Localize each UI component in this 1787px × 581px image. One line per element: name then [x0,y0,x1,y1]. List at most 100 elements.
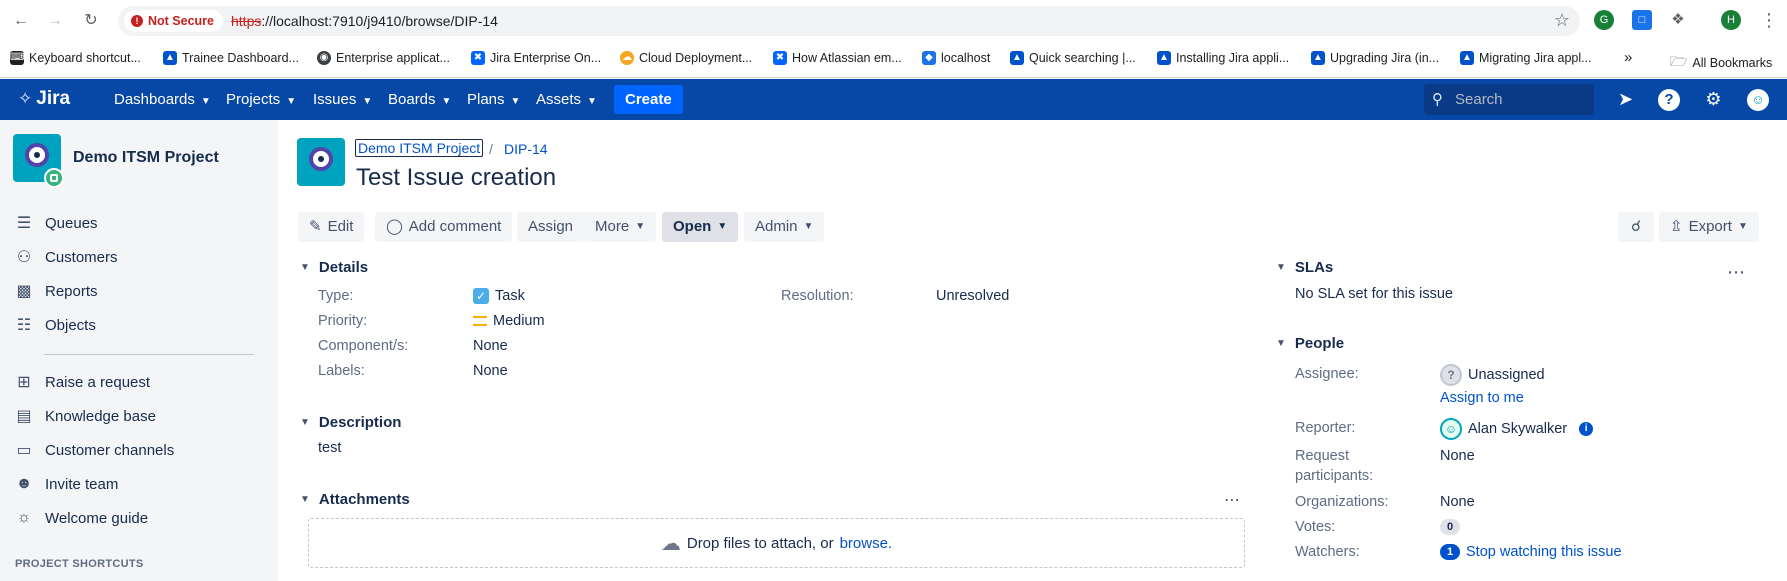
chevron-down-icon: ▼ [803,221,814,232]
monitor-icon: ▭ [16,442,32,459]
invite-user-icon: ☻ [15,475,33,492]
breadcrumb-project-link[interactable]: Demo ITSM Project [355,139,484,157]
bookmark-item[interactable]: ▲ Upgrading Jira (in... [1311,51,1439,65]
details-section-toggle[interactable]: ▼ Details [300,259,368,276]
sidebar-item-objects[interactable]: ☷ Objects [14,312,96,338]
nav-label: Boards [388,91,436,108]
status-label: Open [673,218,712,235]
description-section-toggle[interactable]: ▼ Description [300,414,401,431]
assign-button[interactable]: Assign [517,212,585,242]
priority-value[interactable]: Medium [473,313,545,329]
security-chip[interactable]: ! Not Secure [124,10,223,32]
sidebar-item-label: Customer channels [45,441,175,459]
people-section-toggle[interactable]: ▼ People [1276,335,1344,352]
all-bookmarks[interactable]: 🗁 All Bookmarks [1670,51,1772,75]
project-name[interactable]: Demo ITSM Project [73,149,219,167]
avatar-pupil [318,156,324,162]
gear-icon[interactable]: ⚙ [1702,88,1725,111]
slas-section-toggle[interactable]: ▼ SLAs [1276,259,1333,276]
bookmark-item[interactable]: ⌨ Keyboard shortcut... [10,51,141,65]
nav-plans[interactable]: Plans ▼ [467,79,520,120]
browser-menu-icon[interactable]: ⋮ [1759,10,1779,30]
labels-value[interactable]: None [473,363,508,379]
attachments-section-toggle[interactable]: ▼ Attachments [300,491,410,508]
assign-to-me-link[interactable]: Assign to me [1440,390,1524,406]
type-value[interactable]: ✓ Task [473,288,525,304]
jira-logo[interactable]: ✧ Jira [18,88,70,110]
nav-boards[interactable]: Boards ▼ [388,79,451,120]
address-bar[interactable]: ! Not Secure https://localhost:7910/j941… [118,6,1580,36]
bookmark-label: Migrating Jira appl... [1479,51,1592,65]
bookmark-item[interactable]: ✖ Jira Enterprise On... [471,51,601,65]
sidebar-item-knowledge-base[interactable]: ▤ Knowledge base [14,403,155,429]
grammarly-extension-icon[interactable]: G [1594,10,1614,30]
export-button[interactable]: ⇫ Export ▼ [1659,212,1759,242]
sidebar-item-customer-channels[interactable]: ▭ Customer channels [14,437,174,463]
extensions-puzzle-icon[interactable]: ❖ [1668,10,1688,30]
bookmark-label: Enterprise applicat... [336,51,450,65]
organizations-label: Organizations: [1295,494,1389,510]
more-bookmarks-icon[interactable]: » [1624,49,1632,66]
votes-value[interactable]: 0 [1440,519,1460,535]
components-value[interactable]: None [473,338,508,354]
watchers-count-badge: 1 [1440,544,1460,560]
reporter-value[interactable]: ☺ Alan Skywalker i [1440,418,1594,440]
badge-glyph [50,174,58,182]
url-text[interactable]: https://localhost:7910/j9410/browse/DIP-… [231,6,498,36]
sidebar-item-invite-team[interactable]: ☻ Invite team [14,471,119,497]
description-text[interactable]: test [318,440,341,456]
issue-title[interactable]: Test Issue creation [356,164,556,192]
browse-link[interactable]: browse. [840,535,893,552]
nav-issues[interactable]: Issues ▼ [313,79,372,120]
unassigned-avatar-icon: ? [1440,364,1462,386]
nav-label: Plans [467,91,505,108]
attachments-more-icon[interactable]: ⋯ [1224,490,1241,510]
release-notes-icon[interactable]: ➤ [1614,88,1637,111]
reload-icon[interactable]: ↻ [80,10,102,32]
chevron-down-icon: ▼ [717,221,728,232]
bookmark-item[interactable]: ◉ Enterprise applicat... [317,51,450,65]
organizations-value[interactable]: None [1440,494,1475,510]
nav-projects[interactable]: Projects ▼ [226,79,296,120]
export-icon: ⇫ [1670,218,1683,235]
status-open-button[interactable]: Open ▼ [662,212,739,242]
admin-button[interactable]: Admin ▼ [744,212,825,242]
sidebar-item-customers[interactable]: ⚇ Customers [14,244,118,270]
participants-value[interactable]: None [1440,448,1475,464]
help-icon[interactable]: ? [1658,89,1680,111]
bookmark-item[interactable]: ◆ localhost [922,51,990,65]
bookmark-star-icon[interactable]: ☆ [1554,10,1570,31]
create-button[interactable]: Create [614,85,683,114]
sidebar-item-raise-request[interactable]: ⊞ Raise a request [14,369,150,395]
bookmark-item[interactable]: ▲ Quick searching |... [1010,51,1136,65]
info-icon[interactable]: i [1579,422,1594,436]
back-icon[interactable]: ← [10,10,32,32]
add-comment-button[interactable]: ◯ Add comment [375,212,513,242]
user-avatar[interactable]: ☺ [1747,89,1769,111]
attachment-dropzone[interactable]: ☁ Drop files to attach, or browse. [308,518,1245,568]
nav-dashboards[interactable]: Dashboards ▼ [114,79,211,120]
forward-icon[interactable]: → [44,10,66,32]
breadcrumb-issue-key[interactable]: DIP-14 [504,141,548,157]
chevron-down-icon: ▼ [635,221,646,232]
share-button[interactable]: ☌ [1618,212,1654,242]
search-input[interactable]: ⚲ Search [1424,84,1594,115]
bookmark-item[interactable]: ☁ Cloud Deployment... [620,51,752,65]
bookmark-item[interactable]: ▲ Migrating Jira appl... [1460,51,1592,65]
profile-avatar[interactable]: H [1721,10,1741,30]
bookmark-item[interactable]: ▲ Installing Jira appli... [1157,51,1289,65]
nav-assets[interactable]: Assets ▼ [536,79,597,120]
bookmark-item[interactable]: ▲ Trainee Dashboard... [163,51,299,65]
assignee-value[interactable]: ? Unassigned [1440,364,1545,386]
bookmark-item[interactable]: ✖ How Atlassian em... [773,51,902,65]
stop-watching-link[interactable]: Stop watching this issue [1466,544,1622,560]
watchers-value[interactable]: 1 Stop watching this issue [1440,544,1622,560]
extension-icon[interactable]: □ [1632,10,1652,30]
sidebar-item-reports[interactable]: ▩ Reports [14,278,97,304]
issue-more-actions-icon[interactable]: ⋯ [1727,262,1746,283]
more-button[interactable]: More ▼ [584,212,657,242]
bookmark-label: Cloud Deployment... [639,51,753,65]
sidebar-item-welcome-guide[interactable]: ☼ Welcome guide [14,505,148,531]
sidebar-item-queues[interactable]: ☰ Queues [14,210,98,236]
edit-button[interactable]: ✎ Edit [298,212,365,242]
